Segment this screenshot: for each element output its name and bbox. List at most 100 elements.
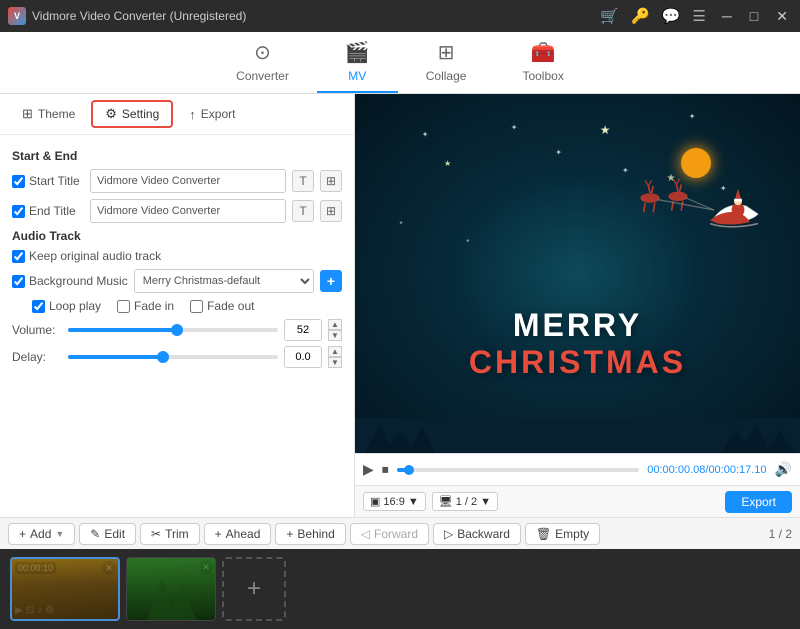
ahead-button[interactable]: + Ahead: [204, 523, 272, 545]
keep-audio-checkbox[interactable]: [12, 250, 25, 263]
volume-value-input[interactable]: [284, 319, 322, 341]
end-title-checkbox[interactable]: [12, 205, 25, 218]
sleigh-svg: [618, 166, 778, 246]
timeline-clip-2[interactable]: ✕: [126, 557, 216, 621]
fade-in-label[interactable]: Fade in: [117, 299, 174, 313]
minimize-button[interactable]: ─: [718, 8, 736, 25]
start-title-checkbox[interactable]: [12, 175, 25, 188]
title-bar-left: V Vidmore Video Converter (Unregistered): [8, 7, 246, 25]
ratio-button[interactable]: ▣ 16:9 ▼: [363, 492, 426, 511]
panel-content: Start & End Start Title T ⊞ End Title T …: [0, 135, 354, 517]
ratio-label: 16:9: [383, 496, 404, 508]
nav-mv[interactable]: 🎬 MV: [317, 32, 398, 93]
start-title-label: Start Title: [29, 174, 80, 188]
forward-button[interactable]: ◁ Forward: [350, 523, 429, 545]
end-title-text-icon[interactable]: T: [292, 200, 314, 222]
end-title-layout-icon[interactable]: ⊞: [320, 200, 342, 222]
play-button[interactable]: ▶: [363, 461, 374, 478]
delay-slider-thumb[interactable]: [157, 351, 169, 363]
nav-toolbox[interactable]: 🧰 Toolbox: [494, 32, 591, 93]
volume-slider-fill: [68, 328, 177, 332]
add-button[interactable]: + Add ▼: [8, 523, 75, 545]
menu-icon[interactable]: ☰: [692, 7, 705, 25]
loop-play-checkbox[interactable]: [32, 300, 45, 313]
stop-button[interactable]: ⏹: [382, 461, 389, 478]
trim-button[interactable]: ✂ Trim: [140, 523, 200, 545]
title-bar: V Vidmore Video Converter (Unregistered)…: [0, 0, 800, 32]
ratio-arrow-icon: ▼: [408, 496, 419, 508]
music-select[interactable]: Merry Christmas-default: [134, 269, 314, 293]
main-layout: ⊞ Theme ⚙ Setting ↑ Export Start & End S…: [0, 94, 800, 517]
edit-label: Edit: [104, 527, 125, 541]
collage-icon: ⊞: [438, 40, 455, 65]
setting-icon: ⚙: [105, 106, 117, 122]
snowflake-2: ✦: [511, 123, 518, 132]
time-total: 00:00:17.10: [708, 464, 766, 476]
star-2: ★: [444, 159, 451, 168]
close-button[interactable]: ✕: [772, 8, 792, 25]
end-title-checkbox-label[interactable]: End Title: [12, 204, 84, 218]
tab-theme[interactable]: ⊞ Theme: [10, 102, 87, 126]
bg-music-checkbox[interactable]: [12, 275, 25, 288]
maximize-button[interactable]: □: [746, 8, 762, 25]
volume-up-btn[interactable]: ▲: [328, 319, 342, 330]
snowflake-8: *: [466, 238, 469, 247]
star-1: ★: [600, 123, 611, 137]
cart-icon[interactable]: 🛒: [600, 7, 619, 25]
delay-value-input[interactable]: [284, 346, 322, 368]
loop-play-label[interactable]: Loop play: [32, 299, 101, 313]
backward-button[interactable]: ▷ Backward: [433, 523, 521, 545]
volume-icon[interactable]: 🔊: [775, 461, 792, 478]
add-clip-button[interactable]: +: [222, 557, 286, 621]
fade-in-checkbox[interactable]: [117, 300, 130, 313]
christmas-text: CHRISTMAS: [469, 344, 686, 381]
fade-out-label[interactable]: Fade out: [190, 299, 254, 313]
fade-out-checkbox[interactable]: [190, 300, 203, 313]
ratio-icon: ▣: [370, 495, 380, 508]
clip-2-svg: [127, 558, 216, 621]
start-title-input[interactable]: [90, 169, 286, 193]
delay-row: Delay: ▲ ▼: [12, 346, 342, 368]
backward-label: Backward: [457, 527, 510, 541]
keep-audio-label[interactable]: Keep original audio track: [12, 249, 212, 263]
tab-setting[interactable]: ⚙ Setting: [91, 100, 173, 128]
snowflake-5: *: [400, 220, 403, 229]
monitor-page: 1 / 2: [456, 496, 477, 508]
ahead-icon: +: [215, 527, 222, 541]
monitor-button[interactable]: 🖥 1 / 2 ▼: [432, 492, 498, 511]
start-title-text-icon[interactable]: T: [292, 170, 314, 192]
nav-mv-label: MV: [348, 69, 366, 83]
top-nav: ⊙ Converter 🎬 MV ⊞ Collage 🧰 Toolbox: [0, 32, 800, 94]
volume-down-btn[interactable]: ▼: [328, 330, 342, 341]
export-button[interactable]: Export: [725, 491, 792, 513]
progress-bar[interactable]: [397, 468, 639, 472]
edit-button[interactable]: ✎ Edit: [79, 523, 136, 545]
video-background: ✦ ✦ ✦ ✦ * ✦ ✦ * ★ ★ ★: [355, 94, 800, 453]
title-bar-right: 🛒 🔑 💬 ☰ ─ □ ✕: [600, 7, 792, 25]
bg-music-checkbox-label[interactable]: Background Music: [12, 274, 128, 288]
delay-slider-track[interactable]: [68, 355, 278, 359]
window-controls: ─ □ ✕: [718, 8, 792, 25]
behind-button[interactable]: + Behind: [275, 523, 345, 545]
delay-down-btn[interactable]: ▼: [328, 357, 342, 368]
end-title-input[interactable]: [90, 199, 286, 223]
delay-up-btn[interactable]: ▲: [328, 346, 342, 357]
forward-label: Forward: [374, 527, 418, 541]
start-title-layout-icon[interactable]: ⊞: [320, 170, 342, 192]
volume-slider-thumb[interactable]: [171, 324, 183, 336]
chat-icon[interactable]: 💬: [662, 7, 681, 25]
start-title-checkbox-label[interactable]: Start Title: [12, 174, 84, 188]
add-icon: +: [19, 527, 26, 541]
tab-export[interactable]: ↑ Export: [177, 103, 247, 126]
add-music-button[interactable]: +: [320, 270, 342, 292]
empty-button[interactable]: 🗑 Empty: [525, 523, 600, 545]
app-icon: V: [8, 7, 26, 25]
nav-converter[interactable]: ⊙ Converter: [208, 32, 317, 93]
user-icon[interactable]: 🔑: [631, 7, 650, 25]
backward-icon: ▷: [444, 527, 453, 541]
nav-collage[interactable]: ⊞ Collage: [398, 32, 495, 93]
timeline-clip-1[interactable]: 00:00:10 ✕ ▶ ⊡ ♪ ⚙: [10, 557, 120, 621]
bottom-toolbar: + Add ▼ ✎ Edit ✂ Trim + Ahead + Behind ◁…: [0, 517, 800, 549]
volume-slider-track[interactable]: [68, 328, 278, 332]
loop-play-text: Loop play: [49, 299, 101, 313]
